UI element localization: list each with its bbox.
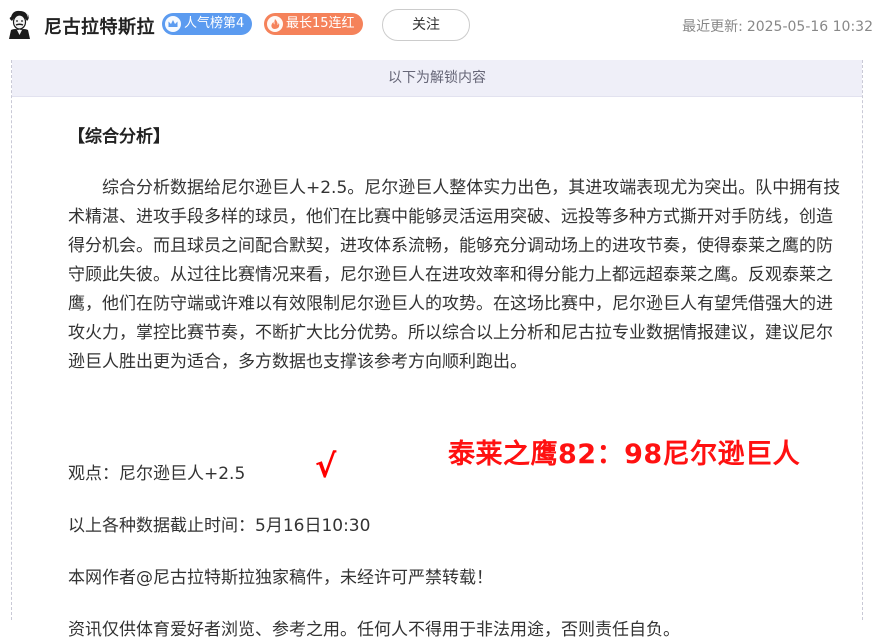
data-cutoff-time: 以上各种数据截止时间：5月16日10:30	[68, 516, 371, 536]
analysis-paragraph: 综合分析数据给尼尔逊巨人+2.5。尼尔逊巨人整体实力出色，其进攻端表现尤为突出。…	[68, 178, 841, 372]
streak-badge-label: 最长15连红	[286, 16, 355, 31]
copyright-notice: 本网作者@尼古拉特斯拉独家稿件，未经许可严禁转载！	[68, 568, 493, 588]
streak-badge: 最长15连红	[264, 13, 363, 35]
disclaimer: 资讯仅供体育爱好者浏览、参考之用。任何人不得用于非法用途，否则责任自负。	[68, 620, 680, 640]
author-header: 尼古拉特斯拉 人气榜第4 最长15连红 关注 最近更新: 2025-05-16 1…	[0, 0, 881, 50]
author-name[interactable]: 尼古拉特斯拉	[44, 13, 155, 39]
check-icon: √	[315, 447, 337, 485]
rank-badge: 人气榜第4	[162, 13, 253, 35]
viewpoint: 观点：尼尔逊巨人+2.5	[68, 464, 246, 484]
section-title: 【综合分析】	[68, 127, 170, 147]
follow-button[interactable]: 关注	[382, 9, 470, 41]
flame-icon	[267, 16, 283, 32]
last-update-label: 最近更新:	[682, 19, 743, 35]
rank-badge-label: 人气榜第4	[184, 16, 245, 31]
unlock-notice: 以下为解锁内容	[12, 60, 862, 97]
article-card: 以下为解锁内容 【综合分析】 综合分析数据给尼尔逊巨人+2.5。尼尔逊巨人整体实…	[11, 60, 863, 640]
nikola-tesla-portrait-icon[interactable]	[5, 9, 33, 39]
last-update-time: 2025-05-16 10:32	[746, 19, 873, 35]
last-update: 最近更新: 2025-05-16 10:32	[682, 16, 873, 36]
score-result: 泰莱之鹰82：98尼尔逊巨人	[448, 439, 801, 470]
crown-icon	[165, 16, 181, 32]
